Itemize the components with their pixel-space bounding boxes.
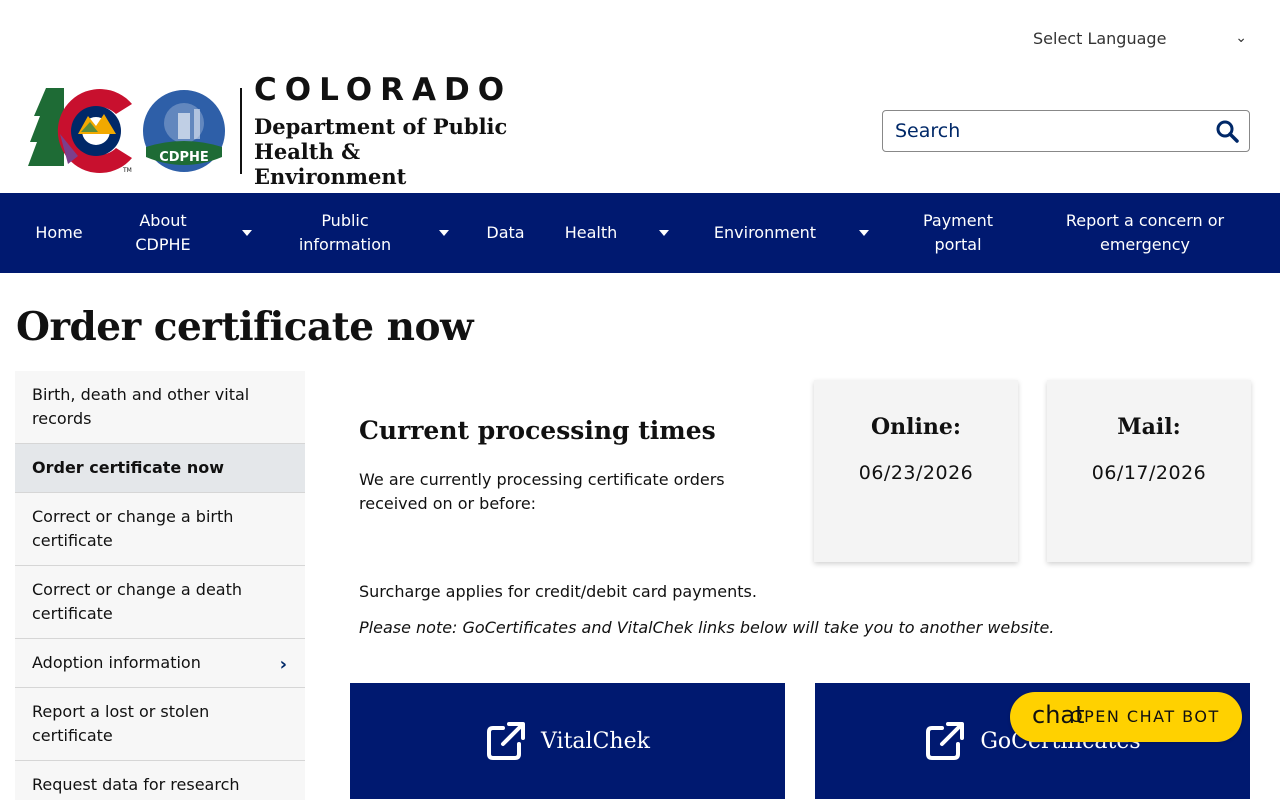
sidenav-item-label: Adoption information bbox=[32, 653, 201, 672]
language-select-label: Select Language bbox=[1033, 28, 1167, 48]
online-processing-card: Online: 06/23/2026 bbox=[814, 380, 1018, 562]
nav-item-data[interactable]: Data bbox=[474, 193, 537, 273]
nav-item-environment[interactable]: Environment bbox=[700, 193, 830, 273]
caret-down-icon[interactable] bbox=[439, 230, 449, 236]
sidenav-item-correct-birth[interactable]: Correct or change a birth certificate bbox=[15, 493, 305, 566]
seal-text: CDPHE bbox=[159, 150, 209, 165]
processing-times-description: We are currently processing certificate … bbox=[359, 470, 725, 513]
vitalchek-button[interactable]: VitalChek bbox=[350, 683, 785, 799]
nav-item-label: Payment portal bbox=[922, 211, 994, 254]
logo-wordmark: COLORADO Department of Public Health & E… bbox=[254, 74, 514, 189]
open-chat-bot-button[interactable]: chat OPEN CHAT BOT bbox=[1010, 692, 1242, 742]
page-title: Order certificate now bbox=[16, 304, 474, 350]
sidenav-item-adoption[interactable]: Adoption information › bbox=[15, 639, 305, 688]
chevron-down-icon: ⌄ bbox=[1235, 30, 1247, 46]
online-date: 06/23/2026 bbox=[858, 462, 974, 484]
mail-processing-card: Mail: 06/17/2026 bbox=[1047, 380, 1251, 562]
trademark-mark: TM bbox=[122, 167, 132, 174]
nav-item-home[interactable]: Home bbox=[20, 193, 98, 273]
sidenav-item-lost-stolen[interactable]: Report a lost or stolen certificate bbox=[15, 688, 305, 761]
sidenav-item-label: Request data for research bbox=[32, 775, 240, 794]
chevron-right-icon: › bbox=[279, 654, 287, 675]
external-link-icon bbox=[487, 722, 526, 760]
external-link-icon bbox=[926, 722, 965, 760]
site-search bbox=[882, 110, 1250, 152]
nav-item-label: Home bbox=[35, 223, 83, 242]
sidenav-item-label: Birth, death and other vital records bbox=[32, 385, 250, 428]
logo-divider bbox=[240, 88, 242, 174]
nav-item-label: About CDPHE bbox=[135, 211, 191, 254]
search-icon[interactable] bbox=[1215, 119, 1239, 143]
nav-item-label: Report a concern or emergency bbox=[1065, 211, 1225, 254]
nav-item-label: Public information bbox=[298, 211, 392, 254]
nav-item-public-information[interactable]: Public information bbox=[285, 193, 405, 273]
side-navigation: Birth, death and other vital records Ord… bbox=[15, 371, 305, 800]
online-label: Online: bbox=[871, 414, 961, 440]
nav-item-label: Data bbox=[486, 223, 525, 242]
mail-label: Mail: bbox=[1117, 414, 1181, 440]
caret-down-icon[interactable] bbox=[659, 230, 669, 236]
sidenav-item-label: Correct or change a birth certificate bbox=[32, 507, 234, 550]
nav-item-payment-portal[interactable]: Payment portal bbox=[908, 193, 1008, 273]
chat-button-label: OPEN CHAT BOT bbox=[1070, 707, 1220, 726]
cdphe-logo[interactable]: TM CDPHE COLORADO Department of Public H… bbox=[28, 74, 514, 189]
surcharge-notice: Surcharge applies for credit/debit card … bbox=[359, 582, 757, 601]
language-select[interactable]: Select Language ⌄ bbox=[1033, 26, 1253, 50]
sidenav-item-label: Order certificate now bbox=[32, 458, 224, 477]
caret-down-icon[interactable] bbox=[859, 230, 869, 236]
processing-times-heading: Current processing times bbox=[359, 416, 716, 445]
mail-date: 06/17/2026 bbox=[1091, 462, 1207, 484]
nav-item-label: Environment bbox=[713, 223, 817, 242]
sidenav-item-label: Correct or change a death certificate bbox=[32, 580, 243, 623]
sidenav-item-vital-records[interactable]: Birth, death and other vital records bbox=[15, 371, 305, 444]
logo-department-name: Department of Public Health & Environmen… bbox=[254, 113, 508, 189]
caret-down-icon[interactable] bbox=[242, 230, 252, 236]
sidenav-item-research-data[interactable]: Request data for research bbox=[15, 761, 305, 800]
sidenav-item-label: Report a lost or stolen certificate bbox=[32, 702, 210, 745]
main-navigation: Home About CDPHE Public information Data… bbox=[0, 193, 1280, 273]
sidenav-item-correct-death[interactable]: Correct or change a death certificate bbox=[15, 566, 305, 639]
nav-item-health[interactable]: Health bbox=[552, 193, 630, 273]
colorado-c-logo-icon: TM bbox=[28, 88, 132, 174]
cdphe-seal-icon: CDPHE bbox=[141, 88, 227, 174]
nav-item-about-cdphe[interactable]: About CDPHE bbox=[118, 193, 208, 273]
logo-state-name: COLORADO bbox=[254, 71, 513, 108]
nav-item-report-concern[interactable]: Report a concern or emergency bbox=[1050, 193, 1240, 273]
vitalchek-label: VitalChek bbox=[541, 728, 650, 754]
search-input[interactable] bbox=[895, 120, 1215, 142]
external-link-note: Please note: GoCertificates and VitalChe… bbox=[359, 618, 1055, 637]
sidenav-item-order-certificate[interactable]: Order certificate now bbox=[15, 444, 305, 493]
nav-item-label: Health bbox=[564, 223, 618, 242]
